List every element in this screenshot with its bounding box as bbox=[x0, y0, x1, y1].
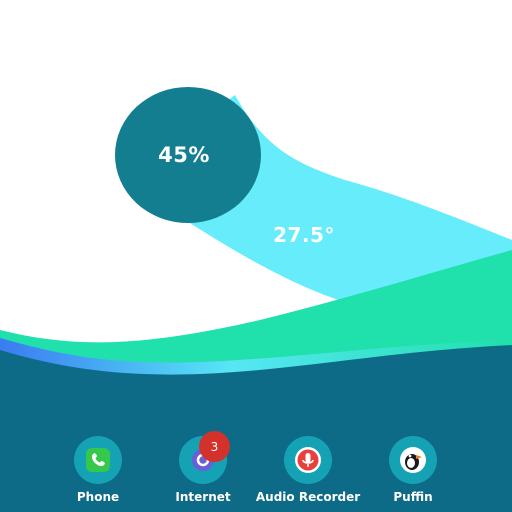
puffin-icon[interactable] bbox=[389, 436, 437, 484]
dock-item-phone[interactable]: Phone bbox=[48, 436, 148, 506]
temperature-label: 27.5° bbox=[273, 223, 335, 247]
phone-icon[interactable] bbox=[74, 436, 122, 484]
partial-weather-label: W bbox=[301, 148, 317, 164]
dock-label-audio-recorder: Audio Recorder bbox=[255, 490, 361, 504]
dock-item-puffin[interactable]: Puffin bbox=[363, 436, 463, 506]
dock-item-internet[interactable]: 3 Internet bbox=[153, 431, 253, 506]
microphone-icon[interactable] bbox=[284, 436, 332, 484]
dock-label-phone: Phone bbox=[76, 490, 120, 504]
dock-label-internet: Internet bbox=[175, 490, 231, 504]
internet-icon[interactable]: 3 bbox=[179, 431, 230, 484]
battery-percent-label: 45% bbox=[158, 143, 210, 167]
dock-label-puffin: Puffin bbox=[393, 490, 433, 504]
dock-item-audio-recorder[interactable]: Audio Recorder bbox=[255, 436, 361, 506]
notification-badge: 3 bbox=[199, 431, 230, 462]
